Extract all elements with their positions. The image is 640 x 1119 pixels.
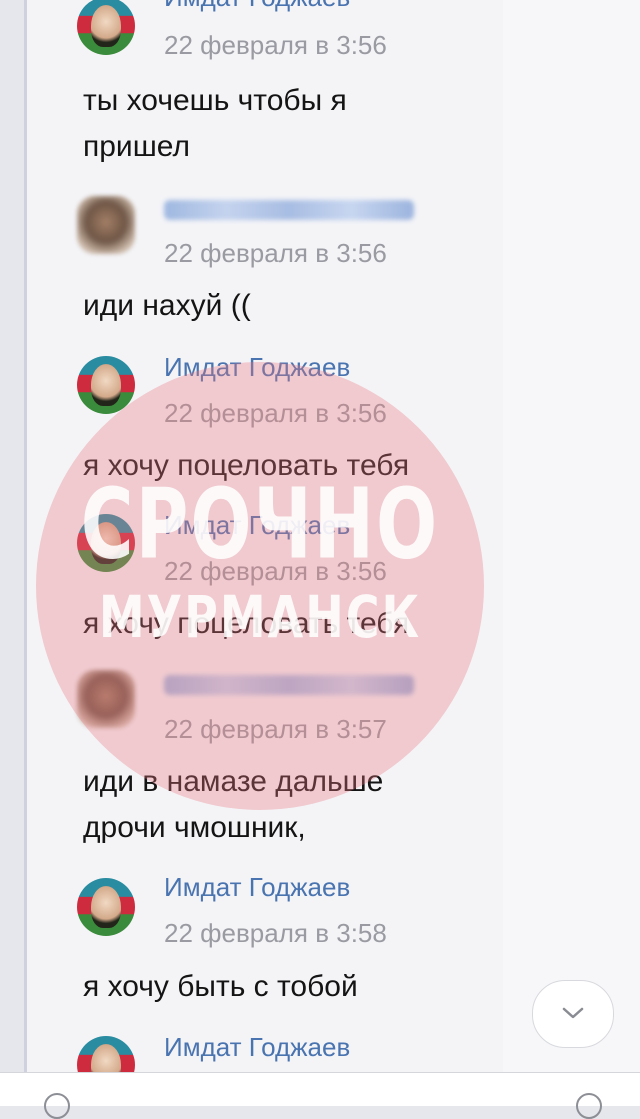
chevron-down-icon — [562, 1007, 584, 1019]
message-text: ты хочешь чтобы я пришел — [83, 84, 347, 163]
avatar[interactable] — [77, 0, 135, 55]
author-name-redacted[interactable] — [164, 200, 414, 220]
avatar[interactable] — [77, 196, 135, 254]
message-time: 22 февраля в 3:56 — [164, 238, 387, 268]
message-time: 22 февраля в 3:56 — [164, 30, 387, 60]
author-name[interactable]: Имдат Годжаев — [164, 352, 350, 383]
author-name-redacted[interactable] — [164, 675, 414, 695]
message-time: 22 февраля в 3:58 — [164, 918, 387, 948]
message-time: 22 февраля в 3:56 — [164, 556, 387, 586]
message-time: 22 февраля в 3:56 — [164, 398, 387, 428]
message-list[interactable]: Имдат Годжаев 22 февраля в 3:56 ты хочеш… — [24, 0, 503, 1072]
avatar[interactable] — [77, 670, 135, 728]
avatar[interactable] — [77, 514, 135, 572]
bottom-bar — [0, 1072, 640, 1119]
avatar[interactable] — [77, 878, 135, 936]
avatar[interactable] — [77, 1036, 135, 1072]
author-name[interactable]: Имдат Годжаев — [164, 510, 350, 541]
author-name[interactable]: Имдат Годжаев — [164, 1032, 350, 1063]
message-text: я хочу поцеловать тебя — [83, 449, 410, 482]
author-name[interactable]: Имдат Годжаев — [164, 872, 350, 903]
message-text: я хочу поцеловать тебя — [83, 607, 410, 640]
message-text: иди нахуй (( — [83, 289, 251, 322]
circle-icon[interactable] — [44, 1093, 70, 1119]
author-name[interactable]: Имдат Годжаев — [164, 0, 350, 13]
avatar[interactable] — [77, 356, 135, 414]
message-text: иди в намазе дальше дрочи чмошник, — [83, 765, 384, 844]
right-pane — [500, 0, 640, 1072]
message-time: 22 февраля в 3:57 — [164, 714, 387, 744]
circle-icon[interactable] — [576, 1093, 602, 1119]
scroll-down-button[interactable] — [532, 980, 614, 1048]
message-text: я хочу быть с тобой — [83, 970, 358, 1003]
